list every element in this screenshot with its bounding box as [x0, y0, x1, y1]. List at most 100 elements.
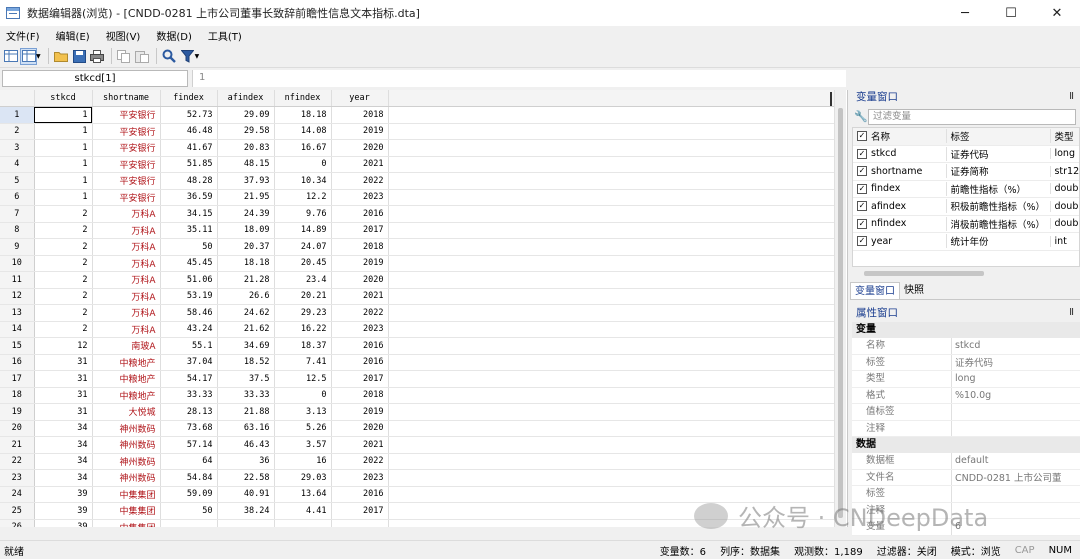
- cell-nfindex[interactable]: 0: [274, 387, 332, 404]
- pin-icon[interactable]: Ⅱ: [1069, 304, 1074, 322]
- property-row[interactable]: 文件名 CNDD-0281 上市公司董: [852, 469, 1080, 486]
- cell-afindex[interactable]: 37.93: [217, 172, 275, 190]
- cell-value-field[interactable]: 1: [192, 70, 846, 87]
- cell-afindex[interactable]: [217, 519, 275, 527]
- cell-findex[interactable]: 64: [160, 453, 218, 470]
- cell-afindex[interactable]: 20.83: [217, 139, 275, 157]
- cell-afindex[interactable]: 40.91: [217, 486, 275, 503]
- cell-nfindex[interactable]: 10.34: [274, 172, 332, 190]
- cell-shortname[interactable]: 中集集团: [92, 519, 161, 527]
- cell-shortname[interactable]: 万科A: [92, 222, 161, 239]
- variable-checkbox[interactable]: ✓: [857, 201, 867, 212]
- cell-shortname[interactable]: 万科A: [92, 304, 161, 322]
- cell-stkcd[interactable]: 2: [34, 205, 93, 223]
- table-row[interactable]: 9 2 万科A 50 20.37 24.07 2018: [0, 238, 835, 256]
- cell-nfindex[interactable]: 14.89: [274, 222, 332, 239]
- row-number[interactable]: 26: [0, 519, 35, 527]
- row-number[interactable]: 21: [0, 436, 35, 454]
- cell-afindex[interactable]: 38.24: [217, 502, 275, 520]
- cell-findex[interactable]: 55.1: [160, 337, 218, 355]
- cell-year[interactable]: 2020: [331, 271, 389, 289]
- label-column-header[interactable]: 标签: [946, 129, 1050, 144]
- cell-year[interactable]: 2019: [331, 403, 389, 421]
- cell-stkcd[interactable]: 34: [34, 420, 93, 437]
- cell-findex[interactable]: 41.67: [160, 139, 218, 157]
- table-row[interactable]: 5 1 平安银行 48.28 37.93 10.34 2022: [0, 172, 835, 190]
- cell-findex[interactable]: 28.13: [160, 403, 218, 421]
- table-row[interactable]: 16 31 中粮地产 37.04 18.52 7.41 2016: [0, 354, 835, 371]
- cell-findex[interactable]: 52.73: [160, 106, 218, 124]
- table-row[interactable]: 18 31 中粮地产 33.33 33.33 0 2018: [0, 387, 835, 404]
- cell-shortname[interactable]: 南玻A: [92, 337, 161, 355]
- row-number[interactable]: 23: [0, 469, 35, 487]
- cell-stkcd[interactable]: 2: [34, 222, 93, 239]
- column-header[interactable]: stkcd: [34, 90, 93, 107]
- cell-year[interactable]: 2020: [331, 139, 389, 157]
- table-row[interactable]: 22 34 神州数码 64 36 16 2022: [0, 453, 835, 470]
- cell-findex[interactable]: 34.15: [160, 205, 218, 223]
- variable-checkbox[interactable]: ✓: [857, 218, 867, 229]
- cell-nfindex[interactable]: 16.67: [274, 139, 332, 157]
- cell-shortname[interactable]: 平安银行: [92, 139, 161, 157]
- cell-afindex[interactable]: 34.69: [217, 337, 275, 355]
- cell-stkcd[interactable]: 31: [34, 403, 93, 421]
- cell-nfindex[interactable]: 5.26: [274, 420, 332, 437]
- cell-nfindex[interactable]: 3.57: [274, 436, 332, 454]
- row-number[interactable]: 9: [0, 238, 35, 256]
- cell-nfindex[interactable]: 9.76: [274, 205, 332, 223]
- cell-nfindex[interactable]: 3.13: [274, 403, 332, 421]
- cell-year[interactable]: 2020: [331, 420, 389, 437]
- table-row[interactable]: 2639中集集团: [0, 519, 835, 527]
- cell-shortname[interactable]: 中集集团: [92, 486, 161, 503]
- property-row[interactable]: 值标签: [852, 404, 1080, 421]
- cell-findex[interactable]: 53.19: [160, 288, 218, 305]
- variable-category[interactable]: 变量: [852, 322, 1080, 338]
- wrench-icon[interactable]: 🔧: [854, 110, 868, 123]
- cell-nfindex[interactable]: 13.64: [274, 486, 332, 503]
- cell-year[interactable]: 2023: [331, 189, 389, 206]
- row-number[interactable]: 15: [0, 337, 35, 355]
- cell-afindex[interactable]: 20.37: [217, 238, 275, 256]
- cell-afindex[interactable]: 21.28: [217, 271, 275, 289]
- cell-nfindex[interactable]: 20.21: [274, 288, 332, 305]
- cell-year[interactable]: [331, 519, 389, 527]
- cell-findex[interactable]: 48.28: [160, 172, 218, 190]
- cell-findex[interactable]: 58.46: [160, 304, 218, 322]
- search-icon[interactable]: [161, 48, 178, 65]
- cell-year[interactable]: 2016: [331, 486, 389, 503]
- pin-icon[interactable]: Ⅱ: [1069, 88, 1074, 106]
- cell-year[interactable]: 2021: [331, 436, 389, 454]
- browse-mode-icon[interactable]: [20, 47, 37, 65]
- cell-year[interactable]: 2023: [331, 469, 389, 487]
- cell-stkcd[interactable]: 39: [34, 519, 93, 527]
- maximize-button[interactable]: ☐: [988, 0, 1034, 26]
- cell-shortname[interactable]: 万科A: [92, 238, 161, 256]
- cell-year[interactable]: 2022: [331, 453, 389, 470]
- chevron-down-icon[interactable]: ▼: [195, 53, 200, 60]
- cell-findex[interactable]: 51.06: [160, 271, 218, 289]
- cell-year[interactable]: 2017: [331, 502, 389, 520]
- property-row[interactable]: 名称 stkcd: [852, 338, 1080, 355]
- cell-shortname[interactable]: 平安银行: [92, 172, 161, 190]
- cell-shortname[interactable]: 神州数码: [92, 420, 161, 437]
- cell-findex[interactable]: 46.48: [160, 123, 218, 140]
- variable-row[interactable]: ✓ afindex 积极前瞻性指标（%）double: [853, 198, 1079, 216]
- table-row[interactable]: 6 1 平安银行 36.59 21.95 12.2 2023: [0, 189, 835, 206]
- cell-afindex[interactable]: 18.09: [217, 222, 275, 239]
- column-header[interactable]: nfindex: [274, 90, 332, 107]
- menu-file[interactable]: 文件(F): [6, 28, 40, 43]
- cell-afindex[interactable]: 48.15: [217, 156, 275, 173]
- cell-shortname[interactable]: 中粮地产: [92, 387, 161, 404]
- row-number[interactable]: 5: [0, 172, 35, 190]
- cell-nfindex[interactable]: 16.22: [274, 321, 332, 338]
- print-icon[interactable]: [89, 48, 106, 65]
- row-number[interactable]: 12: [0, 288, 35, 305]
- cell-nfindex[interactable]: 18.18: [274, 106, 332, 124]
- cell-findex[interactable]: 50: [160, 238, 218, 256]
- cell-afindex[interactable]: 24.39: [217, 205, 275, 223]
- cell-afindex[interactable]: 33.33: [217, 387, 275, 404]
- table-row[interactable]: 4 1 平安银行 51.85 48.15 0 2021: [0, 156, 835, 173]
- cell-year[interactable]: 2018: [331, 106, 389, 124]
- cell-year[interactable]: 2019: [331, 255, 389, 272]
- cell-stkcd[interactable]: 1: [34, 139, 93, 157]
